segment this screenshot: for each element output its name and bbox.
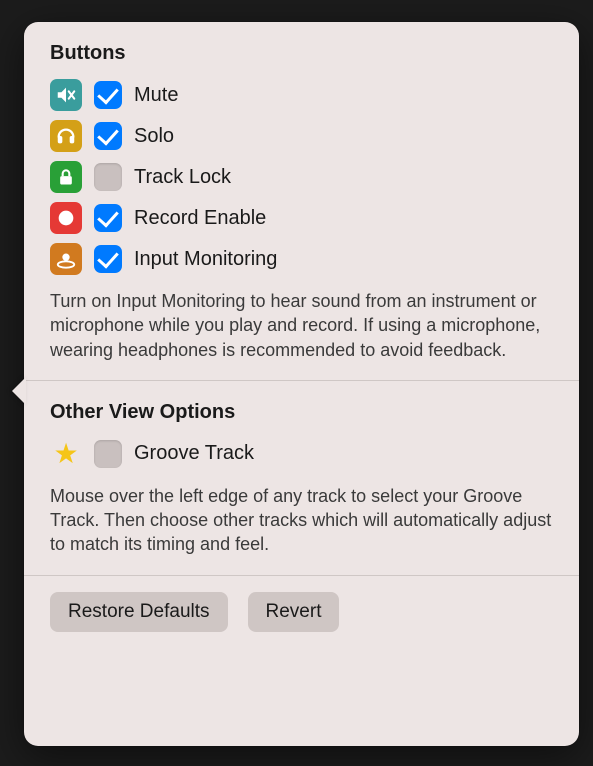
groove-track-label: Groove Track [134,442,254,465]
settings-popover: Buttons Mute Solo [24,22,579,746]
buttons-description: Turn on Input Monitoring to hear sound f… [50,289,553,362]
buttons-section: Buttons Mute Solo [24,22,579,380]
option-row-solo: Solo [50,120,553,152]
option-row-record-enable: Record Enable [50,202,553,234]
record-enable-checkbox[interactable] [94,204,122,232]
solo-label: Solo [134,125,174,148]
option-row-input-monitoring: Input Monitoring [50,243,553,275]
mute-icon [50,79,82,111]
option-row-track-lock: Track Lock [50,161,553,193]
other-description: Mouse over the left edge of any track to… [50,484,553,557]
revert-button[interactable]: Revert [248,592,340,632]
star-icon: ★ [50,438,82,470]
track-lock-label: Track Lock [134,166,231,189]
buttons-section-title: Buttons [50,42,553,65]
record-icon [50,202,82,234]
record-enable-label: Record Enable [134,207,266,230]
track-lock-checkbox[interactable] [94,163,122,191]
option-row-groove-track: ★ Groove Track [50,438,553,470]
solo-checkbox[interactable] [94,122,122,150]
other-view-section: Other View Options ★ Groove Track Mouse … [24,381,579,575]
input-monitoring-icon [50,243,82,275]
lock-icon [50,161,82,193]
other-view-title: Other View Options [50,401,553,424]
mute-label: Mute [134,84,178,107]
groove-track-checkbox[interactable] [94,440,122,468]
solo-icon [50,120,82,152]
mute-checkbox[interactable] [94,81,122,109]
popover-arrow [12,377,26,405]
option-row-mute: Mute [50,79,553,111]
restore-defaults-button[interactable]: Restore Defaults [50,592,228,632]
input-monitoring-checkbox[interactable] [94,245,122,273]
input-monitoring-label: Input Monitoring [134,248,277,271]
footer: Restore Defaults Revert [24,576,579,650]
